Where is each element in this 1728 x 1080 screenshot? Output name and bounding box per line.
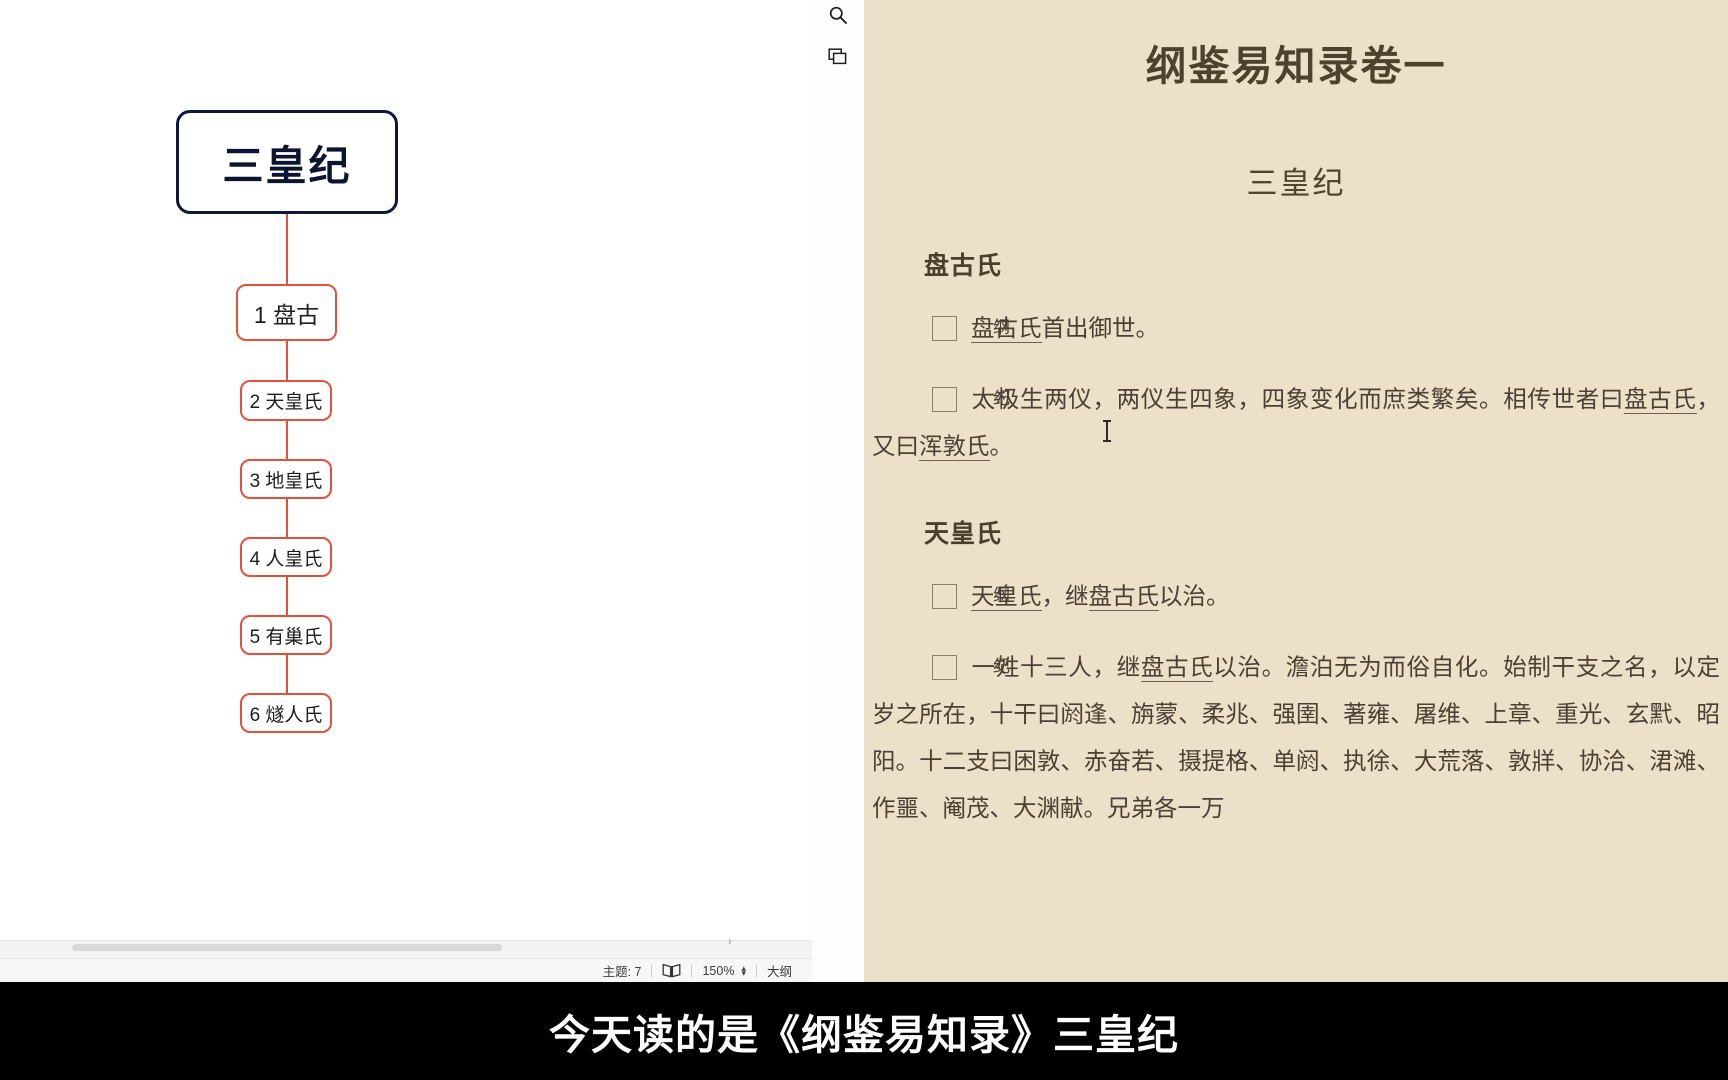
screen: 三皇纪 1 盘古 2 天皇氏 3 地皇氏 4 人皇氏 5 有巢氏 6 燧人氏 ›… (0, 0, 1728, 1080)
connector-4-to-5 (286, 577, 288, 615)
body-paragraph: 纲天皇氏，继盘古氏以治。 (864, 574, 1728, 621)
book-view-button[interactable] (652, 963, 691, 978)
mindmap-node-3[interactable]: 3 地皇氏 (240, 459, 332, 499)
book-title: 纲鉴易知录卷一 (1145, 43, 1447, 89)
book-icon (662, 963, 681, 978)
keyword-link[interactable]: 天皇氏 (971, 584, 1042, 611)
topic-count: 主题: 7 (593, 961, 652, 980)
view-mode-label: 大纲 (766, 965, 792, 979)
view-mode-button[interactable]: 大纲 (757, 961, 802, 980)
mindmap-node-5[interactable]: 5 有巢氏 (240, 615, 332, 655)
mindmap-root-node[interactable]: 三皇纪 (176, 110, 398, 214)
mindmap-node-2[interactable]: 2 天皇氏 (240, 380, 332, 421)
mindmap-root-label: 三皇纪 (222, 143, 352, 189)
text-run: ，继 (1041, 584, 1089, 610)
canvas-horizontal-scrollbar-thumb[interactable] (72, 944, 502, 951)
mindmap-node-6-label: 6 燧人氏 (249, 704, 323, 726)
connector-3-to-4 (286, 499, 288, 537)
text-cursor-icon (1103, 420, 1111, 442)
mindmap-node-4-label: 4 人皇氏 (249, 548, 323, 570)
section-heading: 盘古氏 (924, 253, 1003, 280)
mindmap-canvas[interactable]: 三皇纪 1 盘古 2 天皇氏 3 地皇氏 4 人皇氏 5 有巢氏 6 燧人氏 (0, 0, 812, 940)
stepper-down-icon[interactable]: ▾ (741, 968, 746, 977)
search-button[interactable] (824, 3, 852, 31)
reader-page[interactable]: 纲鉴易知录卷一 三皇纪 盘古氏 纲盘古氏首出御世。 纪太极生两仪，两仪生四象，四象变… (864, 0, 1728, 982)
subtitle-bar: 今天读的是《纲鉴易知录》三皇纪 (0, 982, 1728, 1080)
connector-1-to-2 (286, 341, 288, 380)
chapter-title: 三皇纪 (1246, 166, 1346, 201)
paragraph-marker: 纲 (932, 316, 1010, 341)
keyword-link[interactable]: 盘古氏 (1624, 387, 1697, 414)
zoom-control[interactable]: 150% ▴ ▾ (692, 963, 756, 978)
keyword-link[interactable]: 浑敦氏 (919, 434, 990, 461)
paragraph-marker: 纪 (932, 387, 1010, 412)
body-paragraph: 纲盘古氏首出御世。 (864, 306, 1728, 353)
mindmap-node-3-label: 3 地皇氏 (249, 470, 323, 492)
search-icon (828, 5, 848, 30)
window-button[interactable] (824, 45, 852, 73)
text-run: 首出御世。 (1041, 316, 1160, 342)
mindmap-application: 三皇纪 1 盘古 2 天皇氏 3 地皇氏 4 人皇氏 5 有巢氏 6 燧人氏 ›… (0, 0, 812, 982)
text-run: 。 (989, 434, 1014, 460)
reader-application: 纲鉴易知录卷一 三皇纪 盘古氏 纲盘古氏首出御世。 纪太极生两仪，两仪生四象，四象变… (812, 0, 1728, 982)
text-run: 太极生两仪，两仪生四象，四象变化而庶类繁矣。相传世者曰 (971, 387, 1625, 413)
keyword-link[interactable]: 盘古氏 (971, 316, 1042, 343)
mindmap-node-6[interactable]: 6 燧人氏 (240, 693, 332, 733)
subtitle-text: 今天读的是《纲鉴易知录》三皇纪 (549, 1011, 1179, 1059)
mindmap-status-bar: 主题: 7 150% ▴ ▾ 大纲 (0, 958, 812, 982)
topic-count-label: 主题: 7 (602, 965, 642, 979)
chevron-right-icon[interactable]: › (728, 936, 732, 948)
mindmap-node-5-label: 5 有巢氏 (249, 626, 323, 648)
paragraph-marker: 纪 (932, 655, 1010, 680)
text-run: 一姓十三人，继 (971, 655, 1141, 681)
mindmap-node-1-label: 1 盘古 (253, 301, 320, 328)
connector-root-to-1 (286, 214, 288, 284)
zoom-stepper[interactable]: ▴ ▾ (741, 963, 746, 977)
mindmap-node-4[interactable]: 4 人皇氏 (240, 537, 332, 577)
keyword-link[interactable]: 盘古氏 (1088, 584, 1159, 611)
zoom-level-label: 150% (702, 963, 735, 978)
keyword-link[interactable]: 盘古氏 (1140, 655, 1214, 682)
section-heading: 天皇氏 (924, 521, 1003, 548)
connector-5-to-6 (286, 655, 288, 693)
window-icon (828, 47, 848, 71)
mindmap-node-2-label: 2 天皇氏 (249, 392, 323, 413)
body-paragraph: 纪太极生两仪，两仪生四象，四象变化而庶类繁矣。相传世者曰盘古氏，又曰浑敦氏。 (864, 377, 1728, 471)
reader-sections: 盘古氏 纲盘古氏首出御世。 纪太极生两仪，两仪生四象，四象变化而庶类繁矣。相传世者曰… (864, 246, 1728, 833)
mindmap-node-1[interactable]: 1 盘古 (236, 284, 337, 341)
body-paragraph: 纪一姓十三人，继盘古氏以治。澹泊无为而俗自化。始制干支之名，以定岁之所在，十干曰… (864, 645, 1728, 833)
connector-2-to-3 (286, 421, 288, 459)
paragraph-marker: 纲 (932, 584, 1010, 609)
text-run: 以治。 (1159, 584, 1230, 610)
reader-toolbar-rail (812, 0, 865, 982)
